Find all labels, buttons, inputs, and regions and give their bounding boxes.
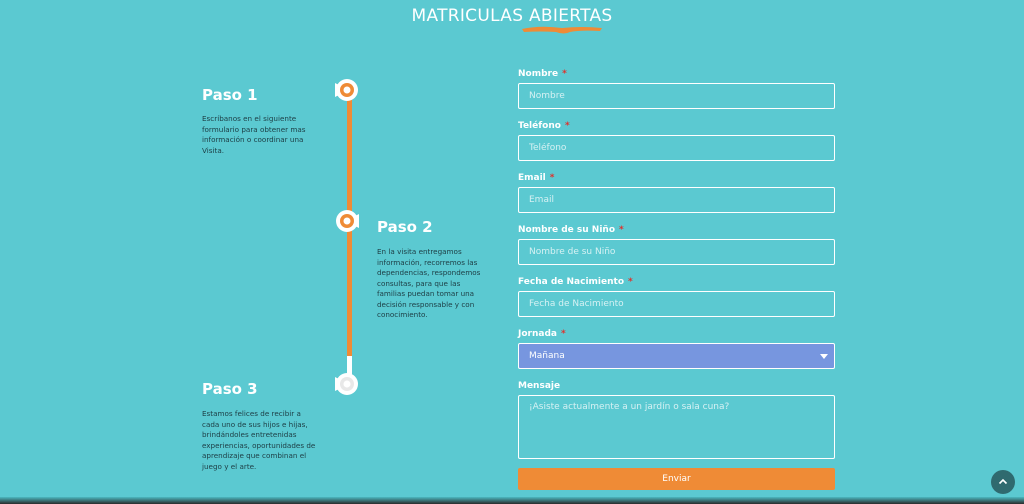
step-3-description: Estamos felices de recibir a cada uno de… bbox=[202, 409, 316, 471]
step-2-description: En la visita entregamos información, rec… bbox=[377, 247, 481, 319]
birth-date-label: Fecha de Nacimiento * bbox=[518, 277, 633, 287]
birth-date-field-group: Fecha de Nacimiento * bbox=[518, 276, 835, 317]
child-name-label: Nombre de su Niño * bbox=[518, 225, 624, 235]
message-field-group: Mensaje bbox=[518, 380, 835, 463]
bottom-edge bbox=[0, 497, 1024, 504]
schedule-select[interactable]: Mañana bbox=[518, 343, 835, 369]
schedule-label: Jornada * bbox=[518, 329, 566, 339]
required-mark: * bbox=[619, 225, 624, 235]
child-name-input[interactable] bbox=[518, 239, 835, 265]
email-field-group: Email * bbox=[518, 172, 835, 213]
step-1-title: Paso 1 bbox=[202, 86, 258, 104]
phone-input[interactable] bbox=[518, 135, 835, 161]
chevron-down-icon bbox=[820, 354, 828, 359]
email-label: Email * bbox=[518, 173, 555, 183]
schedule-selected-value: Mañana bbox=[529, 351, 565, 361]
phone-field-group: Teléfono * bbox=[518, 120, 835, 161]
required-mark: * bbox=[549, 173, 555, 183]
message-textarea[interactable] bbox=[518, 395, 835, 459]
birth-date-input[interactable] bbox=[518, 291, 835, 317]
name-input[interactable] bbox=[518, 83, 835, 109]
page-title: MATRICULAS ABIERTAS bbox=[411, 6, 613, 26]
phone-label: Teléfono * bbox=[518, 121, 570, 131]
child-name-field-group: Nombre de su Niño * bbox=[518, 224, 835, 265]
required-mark: * bbox=[564, 121, 570, 131]
submit-button[interactable]: Enviar bbox=[518, 468, 835, 490]
timeline-node-1-icon bbox=[335, 79, 358, 101]
scroll-top-button[interactable] bbox=[991, 470, 1015, 494]
timeline-node-2-icon bbox=[336, 210, 359, 232]
chevron-up-icon bbox=[998, 478, 1008, 485]
required-mark: * bbox=[562, 69, 567, 79]
required-mark: * bbox=[628, 277, 633, 287]
schedule-field-group: Jornada * Mañana bbox=[518, 328, 835, 369]
step-3-title: Paso 3 bbox=[202, 380, 258, 398]
required-mark: * bbox=[560, 329, 566, 339]
step-1-description: Escríbanos en el siguiente formulario pa… bbox=[202, 114, 306, 155]
message-label: Mensaje bbox=[518, 381, 561, 391]
email-input[interactable] bbox=[518, 187, 835, 213]
name-field-group: Nombre * bbox=[518, 68, 835, 109]
step-2-title: Paso 2 bbox=[377, 218, 433, 236]
name-label: Nombre * bbox=[518, 69, 567, 79]
title-underline-brush bbox=[522, 26, 602, 34]
timeline-node-3-icon bbox=[335, 373, 358, 395]
